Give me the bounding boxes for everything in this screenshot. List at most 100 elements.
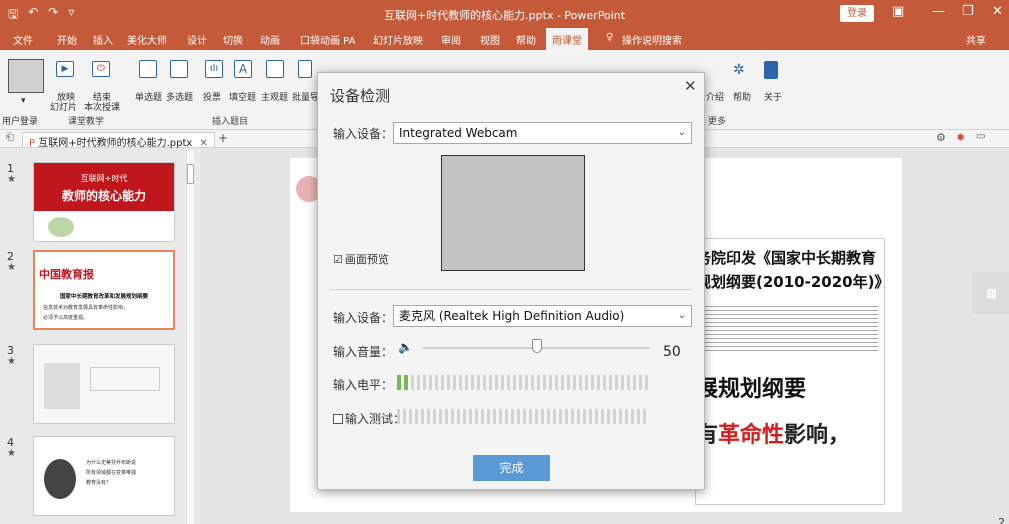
ribbon-tabs: 文件 开始 插入 美化大师 设计 切换 动画 口袋动画 PA 幻灯片放映 审阅 … [0,28,1009,50]
tab-transitions[interactable]: 切换 [223,32,243,47]
tab-pocket-animation[interactable]: 口袋动画 PA [300,32,355,47]
meter-segment [591,375,594,390]
help-icon[interactable]: ✲ [733,62,745,78]
puzzle-icon[interactable]: ⚙ [936,131,946,144]
meter-segment [609,375,612,390]
meter-segment [507,375,510,390]
minimize-icon[interactable]: — [932,4,945,19]
multi-choice-label[interactable]: 多选题 [166,90,193,103]
power-icon[interactable]: ⏻ [92,61,110,77]
tab-view[interactable]: 视图 [480,32,500,47]
single-choice-icon[interactable] [139,60,157,78]
paper-big-title: 展规划纲要 [696,377,807,402]
tell-me-search[interactable]: 操作说明搜索 [622,32,682,47]
tab-file[interactable]: 文件 [13,32,33,47]
input-level-meter [397,375,648,390]
test-checkbox[interactable]: 输入测试： [333,410,405,427]
maximize-icon[interactable]: ❐ [962,4,974,19]
meter-segment [409,409,412,424]
preview-checkbox[interactable]: ☑ 画面预览 [333,251,389,267]
slide4-q3: 教育没有？ [86,480,112,486]
single-choice-label[interactable]: 单选题 [135,90,162,103]
slide2-headline: 国家中长期教育改革和发展规划纲要 [59,294,148,300]
meter-segment [441,375,444,390]
paper-body-text [702,303,878,351]
tab-help[interactable]: 帮助 [516,32,536,47]
tab-design[interactable]: 设计 [187,32,207,47]
tab-insert[interactable]: 插入 [93,32,113,47]
tab-rain-classroom[interactable]: 雨课堂 [546,28,588,50]
meter-segment [433,409,436,424]
scrollbar-thumb[interactable] [187,164,194,184]
user-login-label[interactable]: 用户登录 [2,114,38,127]
video-device-select[interactable]: Integrated Webcam ⌄ [393,122,692,144]
meter-segment [597,375,600,390]
slide-thumbnail-2[interactable]: 中国教育报 国家中长期教育改革和发展规划纲要 信息技术对教育发展具有革命性影响，… [33,250,175,330]
tab-slideshow[interactable]: 幻灯片放映 [373,32,423,47]
user-avatar[interactable] [8,59,44,93]
slide2-newspaper-name: 中国教育报 [39,268,94,281]
vote-label[interactable]: 投票 [203,90,221,103]
fill-blank-icon[interactable]: A [234,60,252,78]
fill-blank-label[interactable]: 填空题 [229,90,256,103]
meter-segment [445,409,448,424]
meter-segment [553,409,556,424]
multi-window-icon[interactable]: ▭ [976,131,985,142]
tab-beautify[interactable]: 美化大师 [127,32,167,47]
batch-import-label[interactable]: 批量导 [292,90,319,103]
done-button[interactable]: 完成 [473,455,550,481]
meter-segment [643,409,646,424]
doc-list-icon[interactable]: ⎗ [6,132,14,143]
close-window-icon[interactable]: ✕ [992,4,1003,19]
meter-segment [493,409,496,424]
tab-review[interactable]: 审阅 [441,32,461,47]
meter-segment [453,375,456,390]
about-icon[interactable] [764,61,778,79]
intro-label[interactable]: 介绍 [706,90,724,103]
subjective-label[interactable]: 主观题 [261,90,288,103]
meter-segment [525,375,528,390]
meter-segment [555,375,558,390]
camera-preview [441,155,585,271]
document-tab[interactable]: P 互联网+时代教师的核心能力.pptx ✕ [22,132,215,149]
slide-thumbnail-3[interactable] [33,344,175,424]
chevron-down-icon: ⌄ [677,127,686,138]
settings-icon[interactable]: ✹ [956,131,965,144]
meter-segment [411,375,414,390]
meter-segment [537,375,540,390]
meter-segment [477,375,480,390]
about-label[interactable]: 关于 [764,90,782,103]
newspaper-image: 务院印发《国家中长期教育 规划纲要(2010-2020年)》 展规划纲要 有革命… [695,238,885,505]
login-button[interactable]: 登录 [840,5,874,22]
meter-segment [421,409,424,424]
meter-segment [429,375,432,390]
share-button[interactable]: 共享 [966,32,986,47]
slide-thumbnail-4[interactable]: 为什么史蒂芬乔布斯说 所有领域都在变革唯独 教育没有？ [33,436,175,516]
end-sub-label[interactable]: 本次授课 [84,100,120,113]
device-check-dialog: 设备检测 ✕ 输入设备： Integrated Webcam ⌄ ☑ 画面预览 … [317,72,705,490]
ribbon-display-icon[interactable]: ▣ [892,4,904,19]
meter-segment [397,375,401,390]
help-label[interactable]: 帮助 [733,90,751,103]
tab-animations[interactable]: 动画 [260,32,280,47]
batch-import-icon[interactable] [298,60,312,78]
slide-thumbnail-1[interactable]: 互联网+时代 教师的核心能力 [33,162,175,242]
subjective-icon[interactable] [266,60,284,78]
meter-segment [579,375,582,390]
vote-chart-icon[interactable]: ılı [205,60,223,78]
volume-slider-handle[interactable] [532,339,542,353]
audio-device-select[interactable]: 麦克风 (Realtek High Definition Audio) ⌄ [393,305,692,327]
close-icon[interactable]: ✕ [684,77,697,95]
meter-segment [427,409,430,424]
new-tab-button[interactable]: + [218,131,228,145]
paper-quote-suffix: 影响， [784,423,851,448]
play-sub-label[interactable]: 幻灯片 [50,100,77,113]
side-panel-toggle[interactable]: ▦ [972,272,1009,314]
play-icon[interactable]: ▶ [56,61,74,77]
tab-home[interactable]: 开始 [57,32,77,47]
meter-segment [475,409,478,424]
meter-segment [523,409,526,424]
thumbnail-scrollbar[interactable] [186,150,194,524]
multi-choice-icon[interactable] [170,60,188,78]
dropdown-icon[interactable]: ▾ [21,96,26,106]
